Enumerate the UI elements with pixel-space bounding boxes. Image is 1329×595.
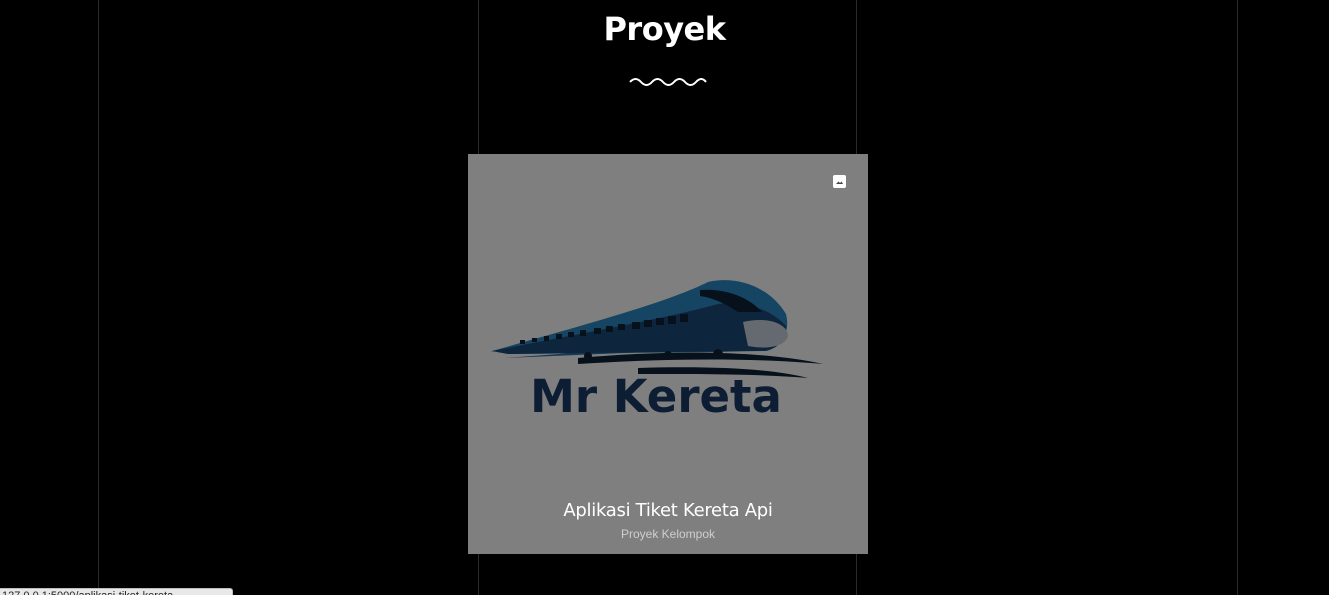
section-title: Proyek	[603, 10, 726, 48]
column-guide-line	[98, 0, 99, 595]
browser-status-bar: 127.0.0.1:5000/aplikasi-tiket-kereta	[0, 588, 233, 595]
project-title: Aplikasi Tiket Kereta Api	[563, 500, 773, 521]
wave-divider-icon	[629, 78, 707, 86]
portfolio-page: Proyek Aplikasi Tiket Kereta Api Proyek …	[0, 0, 1329, 595]
card-hover-overlay	[468, 154, 868, 554]
project-subtitle: Proyek Kelompok	[620, 527, 716, 541]
image-icon	[833, 175, 846, 188]
project-card[interactable]: Mr Kereta Aplikasi Tiket Kereta Api Proy…	[468, 154, 868, 554]
column-guide-line	[1237, 0, 1238, 595]
